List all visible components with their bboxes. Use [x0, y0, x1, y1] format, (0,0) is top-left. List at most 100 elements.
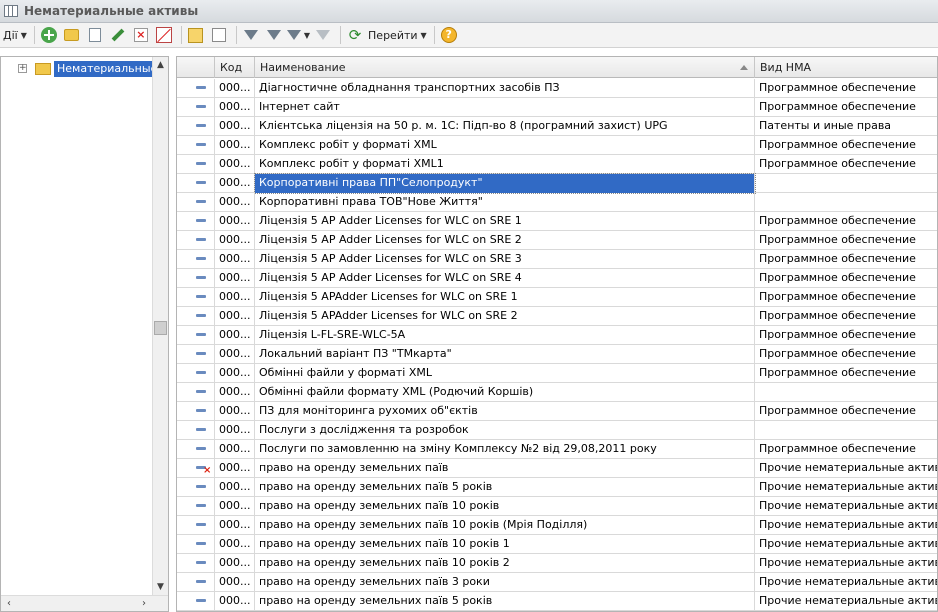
actions-menu-label: Дії — [3, 28, 18, 42]
type-cell: Программное обеспечение — [759, 309, 916, 322]
copy-icon — [88, 28, 101, 42]
code-cell: 000... — [215, 307, 255, 326]
code-cell: 000... — [215, 383, 255, 402]
item-icon — [196, 276, 206, 279]
filter-history-button[interactable]: ▼ — [286, 25, 310, 45]
scroll-left-icon[interactable]: ‹ — [1, 596, 17, 611]
row-icon-cell — [177, 421, 215, 440]
item-icon — [196, 314, 206, 317]
expand-icon[interactable]: + — [18, 64, 27, 73]
name-cell: Обмінні файли формату XML (Родючий Корші… — [255, 383, 755, 402]
table-row[interactable]: 000... Ліцензія 5 APAdder Licenses for WL… — [177, 307, 937, 326]
item-icon — [196, 238, 206, 241]
item-icon — [196, 295, 206, 298]
tree-horizontal-scrollbar[interactable]: ‹ › — [1, 595, 168, 611]
table-row[interactable]: 000... Клієнтська ліцензія на 50 р. м. 1С… — [177, 117, 937, 136]
table-row[interactable]: 000... Інтернет сайт Программное обеспечен… — [177, 98, 937, 117]
edit-button[interactable] — [108, 25, 128, 45]
type-cell: Прочие нематериальные активы — [759, 537, 938, 550]
filter-button[interactable] — [241, 25, 261, 45]
table-row[interactable]: 000... Послуги по замовленню на зміну Ком… — [177, 440, 937, 459]
table-row[interactable]: 000... Обмінні файли формату XML (Родючий… — [177, 383, 937, 402]
table-row[interactable]: 000... Ліцензія 5 AP Adder Licenses for W… — [177, 250, 937, 269]
table-row[interactable]: 000... право на оренду земельних паїв 5 р… — [177, 592, 937, 611]
scroll-down-icon[interactable]: ▼ — [153, 579, 168, 595]
code-cell: 000... — [215, 193, 255, 212]
table-row[interactable]: 000... Ліцензія L-FL-SRE-WLC-5A Программно… — [177, 326, 937, 345]
table-row[interactable]: 000... Комплекс робіт у форматі XML1 Прогр… — [177, 155, 937, 174]
table-row[interactable]: 000... Комплекс робіт у форматі XML Програ… — [177, 136, 937, 155]
name-cell: ПЗ для моніторинга рухомих об"єктів — [255, 402, 755, 421]
table-row[interactable]: 000... Ліцензія 5 AP Adder Licenses for W… — [177, 231, 937, 250]
filter-value-button[interactable] — [264, 25, 284, 45]
code-cell: 000... — [215, 174, 255, 193]
level-up-icon — [211, 28, 226, 42]
table-body: 000... Діагностичне обладнання транспортн… — [177, 79, 938, 611]
name-cell: Обмінні файли у форматі XML — [255, 364, 755, 383]
type-cell: Патенты и иные права — [759, 119, 892, 132]
table-row[interactable]: 000... право на оренду земельних паїв 3 р… — [177, 573, 937, 592]
header-code[interactable]: Код — [215, 57, 255, 78]
toolbar-separator — [235, 26, 237, 44]
row-icon-cell — [177, 573, 215, 592]
goto-menu-button[interactable]: Перейти ▼ — [368, 25, 427, 45]
help-button[interactable]: ? — [439, 25, 459, 45]
table-row[interactable]: 000... право на оренду земельних паїв 10 … — [177, 497, 937, 516]
header-type[interactable]: Вид НМА — [755, 57, 937, 78]
tree-item-root[interactable]: + Нематериальные а — [1, 60, 152, 77]
level-up-button[interactable] — [209, 25, 229, 45]
item-icon — [196, 200, 206, 203]
table-row[interactable]: 000... Обмінні файли у форматі XML Програм… — [177, 364, 937, 383]
table-row[interactable]: 000... Ліцензія 5 AP Adder Licenses for W… — [177, 269, 937, 288]
help-icon: ? — [440, 27, 457, 43]
add-group-button[interactable] — [62, 25, 82, 45]
table-row[interactable]: 000... Локальний варіант ПЗ "ТМкарта" Прог… — [177, 345, 937, 364]
code-cell: 000... — [215, 497, 255, 516]
header-name[interactable]: Наименование — [255, 57, 755, 78]
add-button[interactable] — [39, 25, 59, 45]
scroll-thumb[interactable] — [154, 321, 167, 335]
code-cell: 000... — [215, 288, 255, 307]
tree-vertical-scrollbar[interactable]: ▲ ▼ — [152, 57, 168, 595]
name-cell: право на оренду земельних паїв 10 років … — [255, 535, 755, 554]
table-row[interactable]: 000... Ліцензія 5 AP Adder Licenses for W… — [177, 212, 937, 231]
hierarchy-button[interactable] — [186, 25, 206, 45]
code-cell: 000... — [215, 136, 255, 155]
table-row[interactable]: 000... право на оренду земельних паїв 10 … — [177, 554, 937, 573]
filter-value-icon — [266, 30, 281, 40]
chevron-down-icon: ▼ — [20, 30, 27, 40]
name-cell: право на оренду земельних паїв 3 роки — [255, 573, 755, 592]
row-icon-cell — [177, 345, 215, 364]
item-icon — [196, 599, 206, 602]
refresh-icon: ⟳ — [348, 26, 362, 44]
header-icon-column[interactable] — [177, 57, 215, 78]
table-row[interactable]: 000...право на оренду земельних паїв Проч… — [177, 459, 937, 478]
code-cell: 000... — [215, 573, 255, 592]
table-header: Код Наименование Вид НМА — [177, 57, 937, 78]
table-row[interactable]: 000... право на оренду земельних паїв 10 … — [177, 516, 937, 535]
mark-deletion-icon — [155, 27, 172, 43]
table-row[interactable]: 000... ПЗ для моніторинга рухомих об"єкті… — [177, 402, 937, 421]
table-row[interactable]: 000... Ліцензія 5 APAdder Licenses for WL… — [177, 288, 937, 307]
code-cell: 000... — [215, 554, 255, 573]
table-row[interactable]: 000... Корпоративні права ТОВ"Нове Життя" — [177, 193, 937, 212]
table-row[interactable]: 000... Діагностичне обладнання транспортн… — [177, 79, 937, 98]
toolbar-separator — [433, 26, 435, 44]
table-row[interactable]: 000... право на оренду земельних паїв 5 р… — [177, 478, 937, 497]
type-cell: Программное обеспечение — [759, 404, 916, 417]
filter-clear-button[interactable] — [313, 25, 333, 45]
table-row[interactable]: 000... Послуги з дослідження та розробок — [177, 421, 937, 440]
delete-button[interactable]: × — [131, 25, 151, 45]
refresh-button[interactable]: ⟳ — [345, 25, 365, 45]
table-row[interactable]: 000... Корпоративні права ПП"Селопродукт" — [177, 173, 937, 194]
item-icon — [196, 105, 206, 108]
mark-deletion-button[interactable] — [154, 25, 174, 45]
table-row[interactable]: 000... право на оренду земельних паїв 10 … — [177, 535, 938, 554]
copy-button[interactable] — [85, 25, 105, 45]
item-icon — [196, 409, 206, 412]
scroll-up-icon[interactable]: ▲ — [153, 57, 168, 73]
sort-ascending-icon — [740, 65, 748, 70]
actions-menu-button[interactable]: Дії ▼ — [3, 25, 27, 45]
scroll-right-icon[interactable]: › — [136, 596, 152, 611]
code-cell: 000... — [215, 98, 255, 117]
